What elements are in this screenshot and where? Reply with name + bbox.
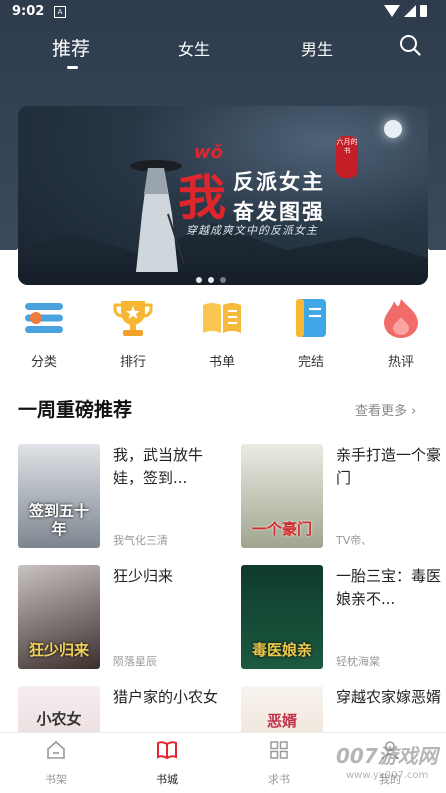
shortcut-label: 书单 [208, 355, 235, 370]
shortcut-label: 热评 [387, 355, 414, 370]
banner-title-line1: 反派女主 [233, 169, 325, 194]
home-icon [47, 740, 65, 759]
book-title: 猎户家的小农女 [113, 688, 219, 706]
book-cover-text: 毒医娘亲 [251, 641, 312, 659]
status-time: 9:02 [12, 4, 45, 19]
watermark-logo: 007游戏网 [336, 744, 438, 768]
shortcut-label: 分类 [30, 355, 57, 370]
promo-banner[interactable]: wǒ 我 反派女主 奋发图强 六月的书 穿越成爽文中的反派女主 [18, 106, 428, 285]
banner-pagination [196, 268, 232, 283]
open-book-icon [157, 741, 177, 760]
tab-male[interactable]: 男生 [301, 36, 333, 60]
tab-recommend[interactable]: 推荐 [52, 34, 90, 61]
book-author: 我气化三清 [113, 534, 168, 547]
search-icon[interactable] [399, 34, 421, 56]
book-cover: 狂少归来 [18, 565, 100, 669]
nav-label: 求书 [268, 773, 290, 786]
banner-dot[interactable] [220, 277, 226, 283]
book-cover: 毒医娘亲 [241, 565, 323, 669]
book-title: 一胎三宝：毒医娘亲不... [336, 567, 442, 608]
watermark-url: www.yx007.com [346, 770, 429, 781]
completed-book-icon [296, 299, 326, 337]
shortcut-hot-comments[interactable]: 热评 [371, 297, 431, 370]
shortcut-booklist[interactable]: 书单 [192, 297, 252, 370]
shortcut-completed[interactable]: 完结 [281, 297, 341, 370]
tab-indicator [67, 66, 78, 69]
banner-seal: 六月的书 [336, 136, 358, 178]
shortcut-ranking[interactable]: 排行 [103, 297, 163, 370]
book-cover-text: 签到五十年 [28, 502, 89, 538]
book-title: 狂少归来 [113, 567, 174, 585]
grid-icon [270, 741, 288, 759]
book-card[interactable]: 签到五十年 我，武当放牛娃，签到... 我气化三清 [18, 444, 223, 548]
banner-big-char: 我 [178, 170, 227, 226]
book-card[interactable]: 毒医娘亲 一胎三宝：毒医娘亲不... 轻枕海棠 [241, 565, 446, 669]
status-bar: 9:02 A [0, 0, 446, 24]
book-title: 亲手打造一个豪门 [336, 446, 442, 487]
book-list-icon [203, 303, 241, 333]
nav-request[interactable]: 求书 [249, 739, 309, 787]
book-title: 我，武当放牛娃，签到... [113, 446, 204, 487]
view-more-label: 查看更多 [355, 404, 408, 419]
banner-dot[interactable] [208, 277, 214, 283]
nav-bookstore[interactable]: 书城 [137, 739, 197, 787]
tab-female[interactable]: 女生 [178, 36, 210, 60]
book-cover: 签到五十年 [18, 444, 100, 548]
moon-illustration [384, 120, 402, 138]
book-cover: 一个豪门 [241, 444, 323, 548]
nav-label: 书城 [156, 773, 178, 786]
chevron-right-icon: › [411, 404, 417, 419]
trophy-icon [113, 301, 153, 336]
book-author: TV帝、 [336, 534, 373, 547]
category-icon [25, 303, 63, 333]
book-cover-text: 小农女 [36, 710, 82, 728]
hot-comment-icon [384, 299, 418, 338]
shortcut-label: 排行 [119, 355, 146, 370]
view-more-link[interactable]: 查看更多 › [355, 400, 416, 419]
book-card[interactable]: 狂少归来 狂少归来 陨落星辰 [18, 565, 223, 669]
book-cover-text: 恶婿 [266, 712, 297, 730]
nav-bookshelf[interactable]: 书架 [26, 739, 86, 787]
cell-signal-icon [404, 5, 416, 17]
nav-label: 书架 [45, 773, 67, 786]
book-cover-text: 一个豪门 [251, 520, 312, 538]
banner-subtitle: 穿越成爽文中的反派女主 [186, 224, 318, 237]
sim-icon: A [54, 6, 66, 18]
book-card[interactable]: 一个豪门 亲手打造一个豪门 TV帝、 [241, 444, 446, 548]
book-author: 陨落星辰 [113, 655, 157, 668]
shortcut-category[interactable]: 分类 [14, 297, 74, 370]
section-title: 一周重磅推荐 [18, 399, 133, 421]
shortcut-label: 完结 [297, 355, 324, 370]
battery-icon [420, 5, 427, 17]
book-cover-text: 狂少归来 [28, 641, 89, 659]
swordsman-illustration [130, 160, 184, 272]
banner-dot[interactable] [196, 277, 202, 283]
book-title: 穿越农家嫁恶婿 [336, 688, 442, 706]
top-tabs: 推荐 女生 男生 [0, 28, 446, 78]
book-author: 轻枕海棠 [336, 655, 380, 668]
wifi-icon [384, 5, 400, 17]
